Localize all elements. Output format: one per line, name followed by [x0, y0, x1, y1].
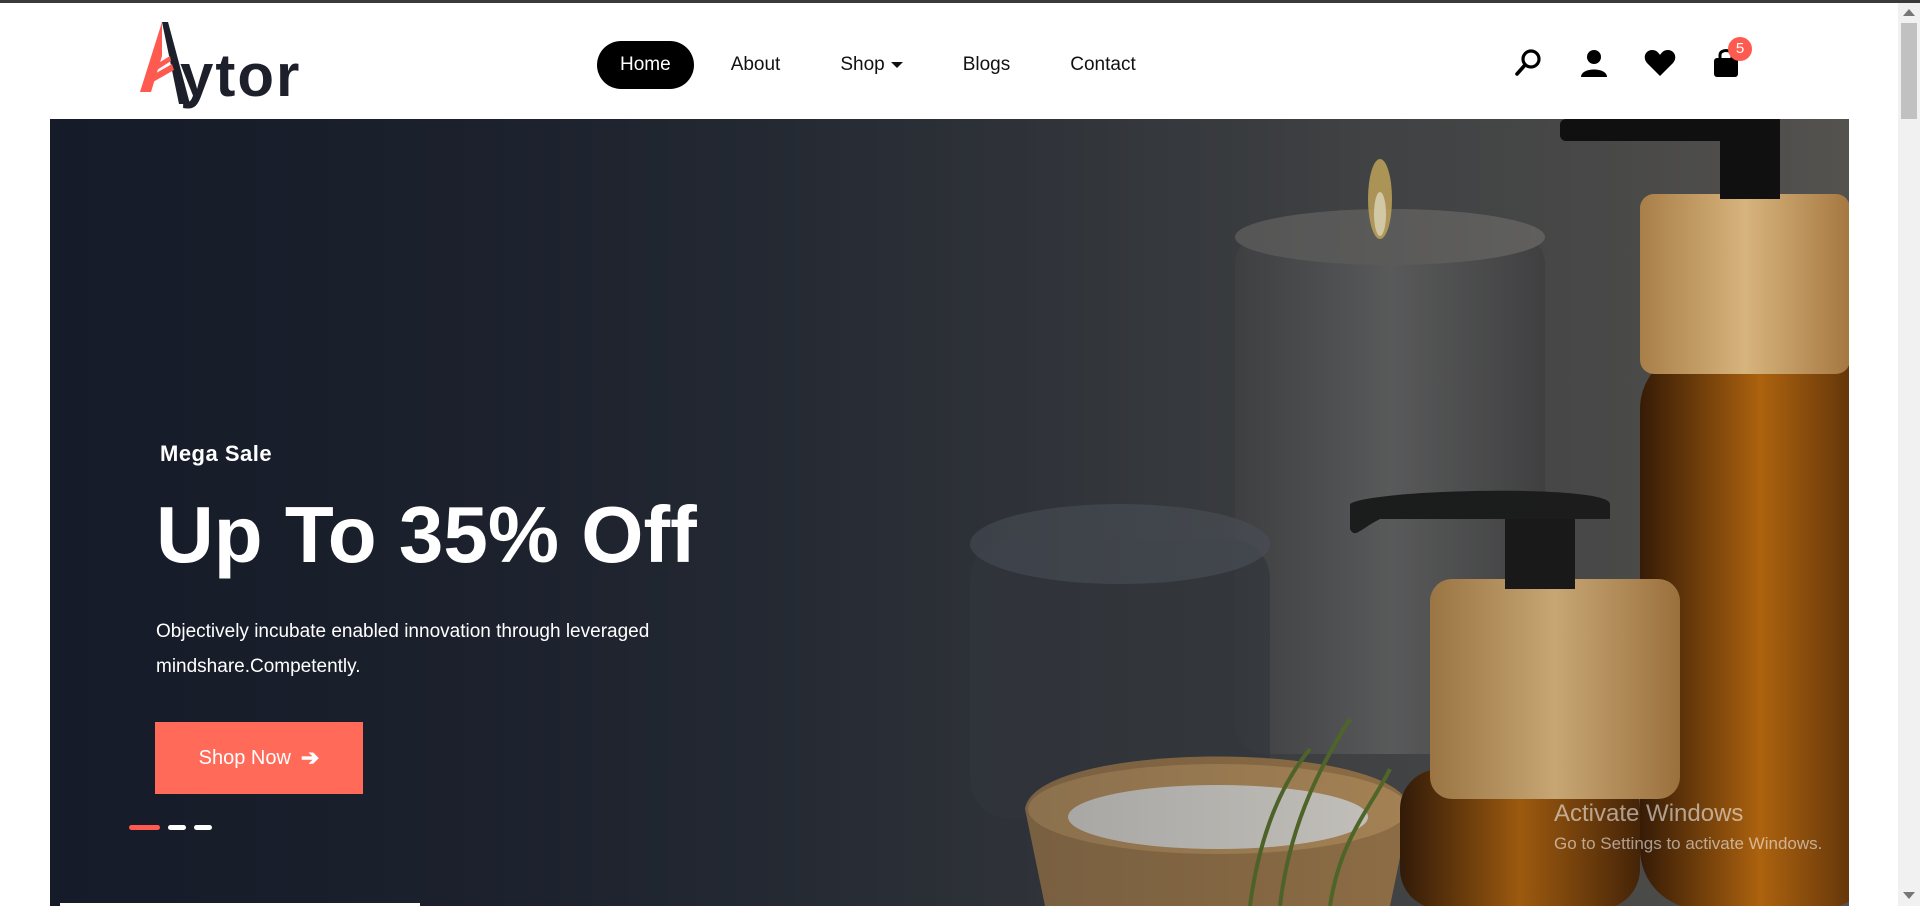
slider-dot-2[interactable]: [168, 825, 186, 830]
scroll-down-arrow-icon[interactable]: [1903, 892, 1915, 899]
main-nav: Home About Shop Blogs Contact: [597, 40, 1173, 90]
hero-banner: Mega Sale Up To 35% Off Objectively incu…: [50, 119, 1849, 906]
nav-blogs[interactable]: Blogs: [940, 41, 1034, 89]
nav-contact-label: Contact: [1070, 54, 1136, 75]
watermark-title: Activate Windows: [1554, 800, 1744, 827]
search-button[interactable]: [1510, 45, 1546, 81]
shop-now-button[interactable]: Shop Now ➔: [155, 722, 363, 794]
cart-count-badge: 5: [1728, 37, 1752, 61]
page-scrollbar[interactable]: [1898, 3, 1920, 906]
account-button[interactable]: [1576, 45, 1612, 81]
user-icon: [1581, 50, 1607, 77]
shop-now-label: Shop Now: [198, 746, 291, 769]
brand-name: ytor: [180, 42, 302, 109]
watermark-subtitle: Go to Settings to activate Windows.: [1554, 834, 1823, 853]
hero-eyebrow: Mega Sale: [160, 441, 273, 466]
slider-dots: [129, 825, 220, 830]
nav-blogs-label: Blogs: [962, 54, 1011, 75]
slider-dot-3[interactable]: [194, 825, 212, 830]
nav-about-label: About: [730, 54, 781, 75]
caret-down-icon: [890, 62, 903, 68]
arrow-right-icon: ➔: [300, 745, 320, 770]
heart-icon: [1644, 50, 1676, 76]
activate-windows-watermark: Activate Windows Go to Settings to activ…: [1554, 800, 1822, 854]
nav-home[interactable]: Home: [597, 41, 694, 89]
hero-description: Objectively incubate enabled innovation …: [156, 621, 650, 677]
wishlist-button[interactable]: [1642, 45, 1678, 81]
hero-headline: Up To 35% Off: [156, 490, 697, 579]
slider-dot-1[interactable]: [129, 825, 160, 830]
nav-shop-label: Shop: [840, 54, 885, 75]
scrollbar-thumb[interactable]: [1901, 23, 1917, 119]
nav-about[interactable]: About: [708, 41, 804, 89]
scroll-up-arrow-icon[interactable]: [1903, 9, 1915, 16]
search-icon: [1515, 49, 1541, 76]
nav-home-label: Home: [620, 54, 671, 75]
site-header: ytor Home About Shop Blogs Contact 5: [0, 3, 1898, 119]
nav-contact[interactable]: Contact: [1047, 41, 1158, 89]
header-actions: 5: [1510, 37, 1774, 81]
nav-shop[interactable]: Shop: [817, 41, 925, 89]
brand-logo[interactable]: ytor: [138, 20, 328, 110]
cart-button[interactable]: 5: [1708, 37, 1752, 81]
